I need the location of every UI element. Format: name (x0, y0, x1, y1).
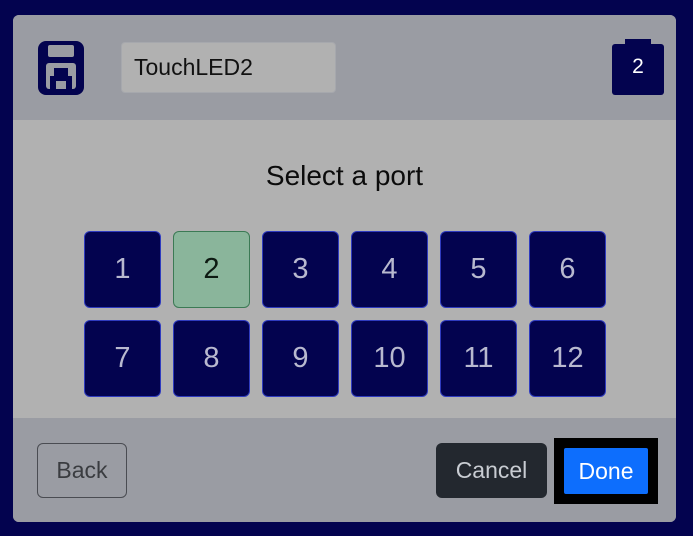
select-port-title: Select a port (265, 160, 424, 191)
port-button-3[interactable]: 3 (262, 231, 339, 308)
device-name-input[interactable] (121, 42, 336, 93)
port-button-4[interactable]: 4 (351, 231, 428, 308)
port-button-10[interactable]: 10 (351, 320, 428, 397)
port-button-11[interactable]: 11 (440, 320, 517, 397)
cancel-button[interactable]: Cancel (436, 443, 547, 498)
device-icon (38, 41, 84, 95)
port-button-7[interactable]: 7 (84, 320, 161, 397)
dialog-footer: Back Cancel Done (13, 418, 676, 522)
port-button-12[interactable]: 12 (529, 320, 606, 397)
port-button-8[interactable]: 8 (173, 320, 250, 397)
back-button[interactable]: Back (37, 443, 127, 498)
port-button-1[interactable]: 1 (84, 231, 161, 308)
port-badge-number: 2 (632, 55, 644, 78)
port-button-6[interactable]: 6 (529, 231, 606, 308)
port-select-dialog: 2 Select a port 1 2 3 4 5 6 7 8 9 10 11 … (13, 15, 676, 522)
dialog-header: 2 (13, 15, 676, 120)
port-button-2[interactable]: 2 (173, 231, 250, 308)
port-button-9[interactable]: 9 (262, 320, 339, 397)
port-button-5[interactable]: 5 (440, 231, 517, 308)
done-button[interactable]: Done (564, 448, 648, 494)
dialog-body: Select a port 1 2 3 4 5 6 7 8 9 10 11 12 (13, 120, 676, 418)
